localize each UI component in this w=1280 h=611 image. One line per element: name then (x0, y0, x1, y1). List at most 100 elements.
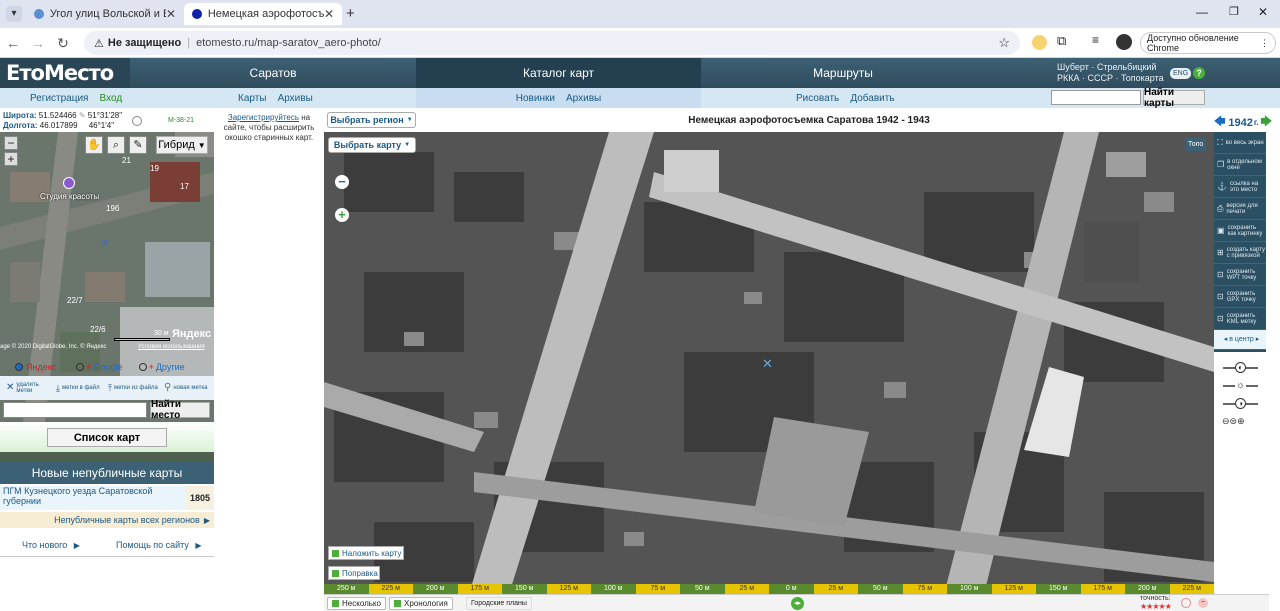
center-tool[interactable]: ◂ в центр ▸ (1214, 330, 1266, 350)
url-text[interactable]: etomesto.ru/map-saratov_aero-photo/ (196, 37, 381, 49)
place-search-input[interactable] (3, 402, 147, 418)
overlay-map-button[interactable]: Наложить карту (328, 546, 404, 560)
header-links-line2[interactable]: РККА · СССР · Топокарта (1057, 73, 1164, 84)
provider-other-radio[interactable] (138, 363, 147, 371)
several-button[interactable]: Несколько (327, 597, 386, 610)
accuracy-close-icon[interactable]: − (1198, 598, 1208, 608)
media-control-icon[interactable]: ≡ (1092, 33, 1099, 47)
marks-from-file-tool[interactable]: ⤒ метки из файла (104, 376, 160, 400)
reset-adjust-icons[interactable]: ⊖⊜⊕ (1222, 416, 1245, 427)
browser-tab[interactable]: Угол улиц Вольской и Бахмет ✕ (26, 3, 184, 25)
menu-saratov[interactable]: Саратов (130, 58, 416, 88)
draw-route-link[interactable]: Рисовать (796, 93, 839, 104)
close-tab-icon[interactable]: ✕ (166, 7, 176, 21)
prev-year-icon[interactable]: 🡄 (1214, 113, 1225, 132)
tab-list-dropdown-icon[interactable]: ▾ (6, 6, 22, 22)
bookmark-star-icon[interactable]: ☆ (998, 35, 1010, 51)
extensions-puzzle-icon[interactable]: ⧉ (1057, 33, 1066, 49)
compass-icon[interactable] (132, 116, 142, 126)
eng-button[interactable]: ENG (1170, 68, 1192, 79)
edit-icon[interactable]: ✎ (79, 111, 86, 120)
close-tab-icon[interactable]: ✕ (324, 7, 334, 21)
new-maps-link[interactable]: Новинки (516, 93, 555, 104)
new-mark-tool[interactable]: ⚲ новая метка (160, 376, 214, 400)
restore-window-icon[interactable]: ❐ (1229, 5, 1239, 18)
new-map-item[interactable]: ПГМ Кузнецкого уезда Саратовской губерни… (0, 486, 186, 510)
registration-link[interactable]: Регистрация (30, 93, 88, 104)
find-map-input[interactable] (1051, 90, 1141, 105)
remove-marks-tool[interactable]: ✕ удалить метки (0, 376, 52, 400)
browser-tab-active[interactable]: Немецкая аэрофотосъемка Са ✕ (184, 3, 342, 25)
select-map-button[interactable]: Выбрать карту ▼ (328, 137, 416, 153)
add-route-link[interactable]: Добавить (850, 93, 894, 104)
provider-yandex-radio[interactable] (15, 363, 23, 371)
forward-icon[interactable]: → (29, 34, 47, 52)
reload-icon[interactable]: ↻ (54, 34, 72, 52)
extension-icon[interactable] (1032, 35, 1047, 50)
catalog-archives-link[interactable]: Архивы (566, 93, 601, 104)
provider-google-radio[interactable] (76, 363, 85, 371)
topo-button[interactable]: Топо (1185, 138, 1207, 151)
chrome-update-button[interactable]: Доступно обновление Chrome ⋮ (1140, 32, 1276, 54)
provider-other-label[interactable]: Другие (156, 362, 185, 372)
accuracy-info-icon[interactable] (1181, 598, 1191, 608)
city-plans-button[interactable]: Городские планы (466, 597, 532, 610)
print-icon: ⎙ (1217, 203, 1224, 213)
provider-google-label[interactable]: Google (94, 362, 123, 372)
find-map-button[interactable]: Найти карты (1143, 87, 1205, 109)
help-link[interactable]: Помощь по сайту ▶ (116, 540, 202, 550)
toggle-bottom-icon[interactable]: ◂▸ (791, 597, 804, 610)
header-right-links[interactable]: Шуберт · Стрельбицкий РККА · СССР · Топо… (1057, 62, 1164, 84)
fullscreen-tool[interactable]: ⛶ во весь экран (1214, 132, 1266, 154)
main-map[interactable]: Выбрать карту ▼ − + Топо ✕ Наложить карт… (324, 132, 1214, 594)
terms-link[interactable]: Условия использования (138, 344, 205, 350)
map-type-label: Гибрид (158, 139, 195, 151)
back-icon[interactable]: ← (4, 34, 22, 52)
link-tool[interactable]: ⚓ ссылка на это место (1214, 176, 1266, 198)
profile-avatar[interactable] (1116, 34, 1132, 50)
all-regions-link[interactable]: Непубличные карты всех регионов ▶ (0, 512, 214, 528)
magnifier-tool-icon[interactable]: ⌕ (107, 136, 125, 154)
save-wpt-tool[interactable]: ⊡ сохранить WPT точку (1214, 264, 1266, 286)
whats-new-link[interactable]: Что нового ▶ (22, 540, 80, 550)
georef-tool[interactable]: ⊞ создать карту с привязкой (1214, 242, 1266, 264)
map-list-button[interactable]: Список карт (47, 428, 167, 447)
correction-button[interactable]: Поправка (328, 566, 380, 580)
provider-yandex-label[interactable]: Яндекс (26, 362, 56, 372)
header-links-line1[interactable]: Шуберт · Стрельбицкий (1057, 62, 1164, 73)
minimize-window-icon[interactable]: — (1196, 5, 1208, 19)
studio-marker-icon[interactable] (63, 177, 75, 189)
studio-label: Студия красоты (40, 192, 100, 201)
security-label[interactable]: Не защищено (108, 37, 181, 49)
ruler-tool-icon[interactable]: ✎ (129, 136, 147, 154)
save-image-tool[interactable]: ▣ сохранить как картинку (1214, 220, 1266, 242)
map-zoom-in-icon[interactable]: + (335, 208, 349, 222)
map-type-select[interactable]: Гибрид ▼ (156, 136, 208, 154)
zoom-in-icon[interactable]: + (4, 152, 18, 166)
menu-routes[interactable]: Маршруты (701, 58, 985, 88)
site-logo[interactable]: Ето Место (0, 58, 130, 88)
address-bar[interactable]: ⚠ Не защищено | etomesto.ru/map-saratov_… (84, 31, 1020, 55)
marks-to-file-tool[interactable]: ⤓ метки в файл (52, 376, 104, 400)
login-link[interactable]: Вход (100, 93, 123, 104)
zoom-out-icon[interactable]: − (4, 136, 18, 150)
next-year-icon[interactable]: 🡆 (1261, 113, 1272, 132)
menu-map-catalog[interactable]: Каталог карт (416, 58, 701, 88)
new-window-tool[interactable]: ❐ в отдельном окне (1214, 154, 1266, 176)
archives-link[interactable]: Архивы (278, 93, 313, 104)
help-icon[interactable]: ? (1193, 67, 1205, 79)
save-gpx-tool[interactable]: ⊡ сохранить GPX точку (1214, 286, 1266, 308)
map-zoom-out-icon[interactable]: − (335, 175, 349, 189)
sheet-number[interactable]: M-38-21 (168, 117, 194, 124)
close-window-icon[interactable]: ✕ (1258, 5, 1268, 19)
tool-label: сохранить GPX точку (1226, 290, 1256, 303)
hand-tool-icon[interactable]: ✋ (85, 136, 103, 154)
chronology-button[interactable]: Хронология (389, 597, 453, 610)
find-place-button[interactable]: Найти место (150, 399, 210, 421)
maps-link[interactable]: Карты (238, 93, 267, 104)
save-kml-tool[interactable]: ⊡ сохранить KML метку (1214, 308, 1266, 330)
register-link[interactable]: Зарегистрируйтесь (228, 113, 299, 122)
print-tool[interactable]: ⎙ версия для печати (1214, 198, 1266, 220)
select-region-button[interactable]: Выбрать регион ▼ (327, 112, 416, 128)
new-tab-icon[interactable]: + (346, 5, 355, 22)
